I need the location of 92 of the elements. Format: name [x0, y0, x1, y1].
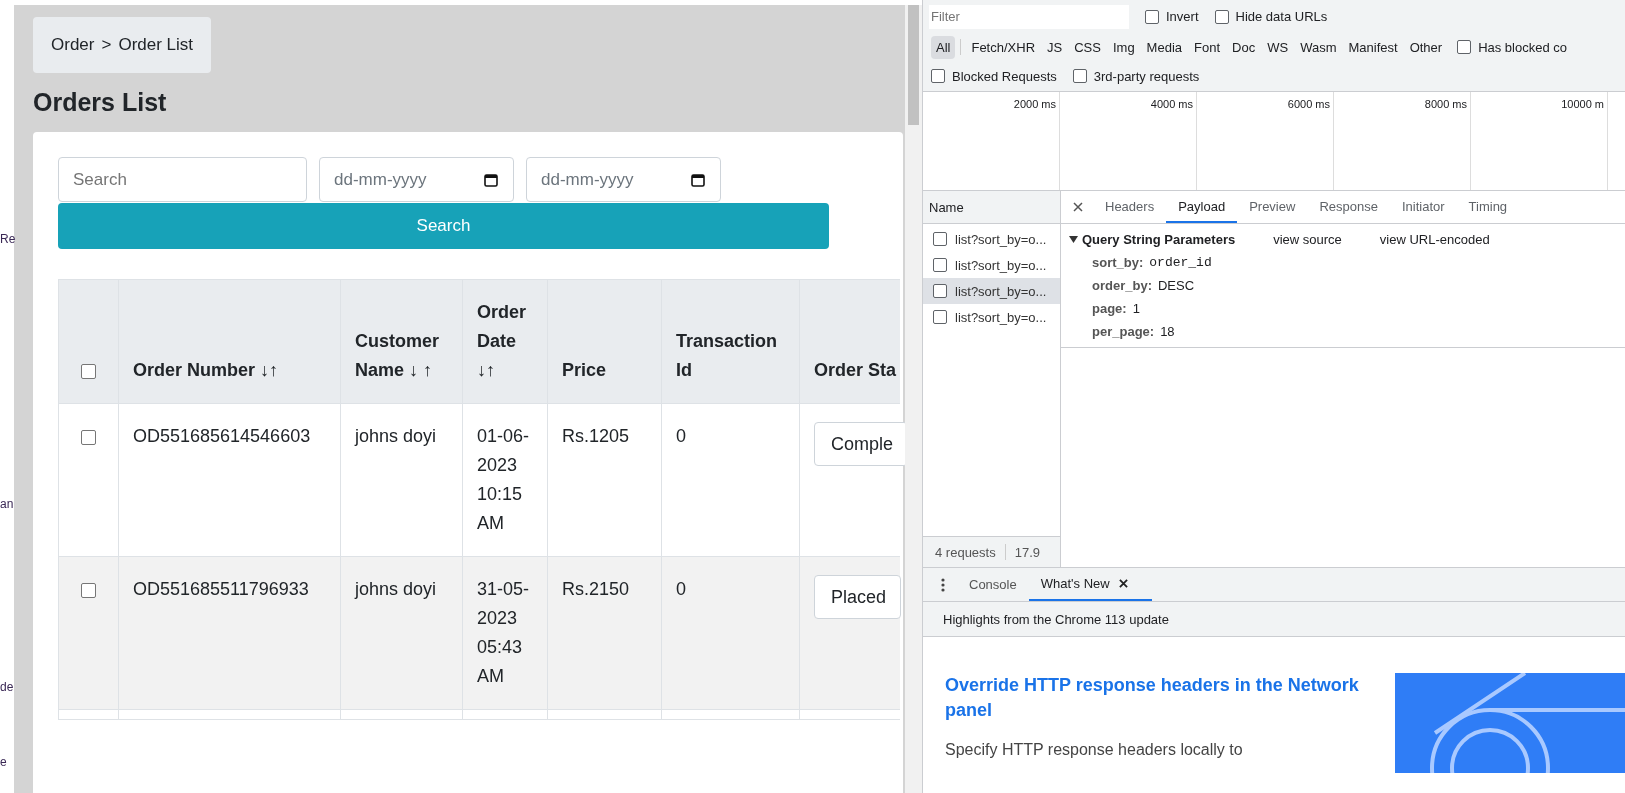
- more-options-icon[interactable]: [941, 577, 945, 592]
- order-number: OD551685511796933: [133, 579, 309, 599]
- checkbox-label: Has blocked co: [1478, 39, 1568, 55]
- checkbox[interactable]: [1457, 40, 1472, 54]
- timeline-tick: 10000 m: [1561, 98, 1604, 110]
- article-link[interactable]: Override HTTP response headers in the Network panel: [945, 673, 1365, 723]
- view-link[interactable]: view source: [1273, 232, 1342, 247]
- tab[interactable]: Initiator: [1389, 191, 1457, 223]
- article-text: Specify HTTP response headers locally to: [945, 741, 1244, 759]
- timeline-tick: 6000 ms: [1287, 98, 1330, 110]
- parameter-name: order_by:: [1092, 278, 1152, 293]
- checkbox[interactable]: [1214, 9, 1229, 24]
- order-date: 31-05-2023 05:43 AM: [477, 579, 530, 686]
- tab[interactable]: Headers: [1093, 191, 1167, 223]
- scrollbar[interactable]: [905, 5, 922, 793]
- drawer-tab[interactable]: Console: [957, 568, 1029, 601]
- close-icon[interactable]: [1118, 579, 1128, 588]
- type-filter[interactable]: Img: [1107, 35, 1140, 59]
- row-checkbox[interactable]: [81, 582, 96, 598]
- type-filter[interactable]: WS: [1262, 35, 1294, 59]
- request-row[interactable]: list?sort_by=o...: [923, 252, 1060, 278]
- drawer-heading: Highlights from the Chrome 113 update: [943, 611, 1169, 627]
- page-title: Orders List: [33, 88, 168, 117]
- type-filter[interactable]: All: [931, 35, 956, 59]
- tab[interactable]: Payload: [1166, 191, 1238, 223]
- cut-off-text: Re: [0, 232, 16, 246]
- filter-field[interactable]: Filter: [929, 4, 1129, 29]
- transfer-size: 17.9: [1014, 544, 1040, 560]
- checkbox[interactable]: [1145, 9, 1159, 24]
- breadcrumb-separator: >: [101, 35, 112, 55]
- breadcrumb-current: Order List: [118, 35, 194, 55]
- customer-name: johns doyi: [355, 579, 437, 599]
- request-row[interactable]: list?sort_by=o...: [923, 226, 1060, 252]
- column-header: Order Sta: [814, 359, 898, 382]
- view-link[interactable]: view URL-encoded: [1379, 232, 1490, 247]
- parameter-value: 18: [1160, 324, 1175, 339]
- type-filter[interactable]: Font: [1189, 35, 1226, 59]
- request-row[interactable]: list?sort_by=o...: [923, 278, 1060, 304]
- parameter-value: order_id: [1149, 255, 1212, 270]
- calendar-icon[interactable]: [483, 171, 499, 188]
- parameter-name: sort_by:: [1092, 255, 1144, 270]
- type-filter[interactable]: CSS: [1069, 35, 1106, 59]
- order-number: OD551685614546603: [133, 426, 311, 446]
- cut-off-text: e: [0, 755, 7, 769]
- type-filter[interactable]: Wasm: [1295, 35, 1342, 59]
- timeline-tick: 4000 ms: [1150, 98, 1193, 110]
- status-select[interactable]: Placed: [814, 575, 902, 619]
- column-header: Price: [562, 359, 608, 382]
- close-icon[interactable]: [1073, 202, 1083, 212]
- calendar-icon[interactable]: [690, 171, 706, 188]
- request-row[interactable]: list?sort_by=o...: [923, 304, 1060, 330]
- request-count: 4 requests: [935, 544, 996, 560]
- timeline-tick: 8000 ms: [1424, 98, 1467, 110]
- cut-off-text: an: [0, 497, 14, 511]
- price: Rs.1205: [562, 426, 630, 446]
- customer-name: johns doyi: [355, 426, 437, 446]
- checkbox[interactable]: [1072, 69, 1087, 83]
- type-filter[interactable]: JS: [1042, 35, 1068, 59]
- breadcrumb-link[interactable]: Order: [51, 35, 95, 55]
- timeline-tick: 2000 ms: [1013, 98, 1056, 110]
- select-all-checkbox[interactable]: [81, 363, 96, 379]
- cut-off-text: de: [0, 680, 14, 694]
- tab[interactable]: Preview: [1237, 191, 1308, 223]
- transaction-id: 0: [676, 426, 686, 446]
- tab[interactable]: Timing: [1456, 191, 1520, 223]
- transaction-id: 0: [676, 579, 686, 599]
- parameter-value: DESC: [1157, 278, 1195, 293]
- status-select[interactable]: Comple: [814, 422, 905, 466]
- parameter-value: 1: [1132, 301, 1140, 316]
- section-title: Query String Parameters: [1082, 232, 1236, 247]
- column-header: Transaction Id: [676, 330, 779, 382]
- row-checkbox[interactable]: [81, 429, 96, 445]
- search-field[interactable]: Search: [58, 157, 307, 202]
- parameter-name: page:: [1092, 301, 1127, 316]
- date-field[interactable]: dd-mm-yyyy: [526, 157, 721, 202]
- checkbox[interactable]: [931, 69, 945, 83]
- price: Rs.2150: [562, 579, 630, 599]
- column-header: Name: [929, 199, 964, 215]
- type-filter[interactable]: Fetch/XHR: [966, 35, 1041, 59]
- tab[interactable]: Response: [1307, 191, 1390, 223]
- checkbox-label: 3rd-party requests: [1093, 68, 1200, 84]
- checkbox-label: Invert: [1166, 9, 1199, 24]
- type-filter[interactable]: Doc: [1227, 35, 1261, 59]
- order-date: 01-06-2023 10:15 AM: [477, 426, 530, 533]
- date-field[interactable]: dd-mm-yyyy: [319, 157, 514, 202]
- parameter-name: per_page:: [1092, 324, 1155, 339]
- type-filter[interactable]: Other: [1404, 35, 1448, 59]
- type-filter[interactable]: Media: [1141, 35, 1188, 59]
- type-filter[interactable]: Manifest: [1343, 35, 1403, 59]
- checkbox-label: Blocked Requests: [952, 68, 1057, 84]
- expanded-triangle-icon[interactable]: [1069, 235, 1078, 244]
- checkbox-label: Hide data URLs: [1235, 9, 1328, 24]
